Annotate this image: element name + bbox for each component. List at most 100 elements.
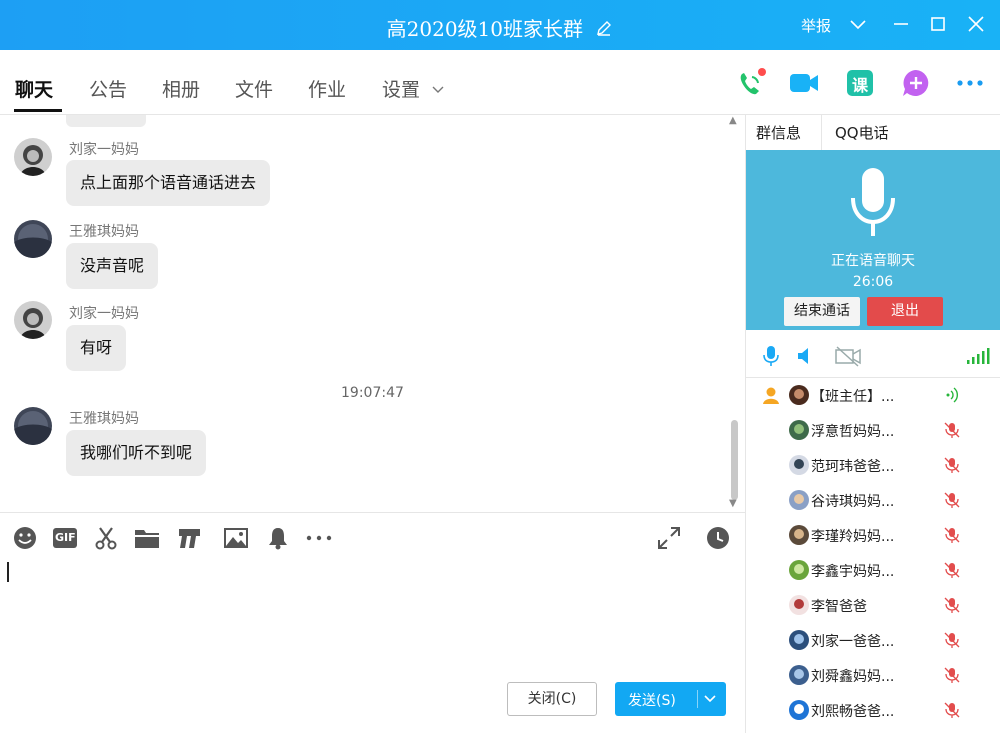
send-button-label: 发送(S): [628, 693, 676, 709]
sender-name: 王雅琪妈妈: [69, 224, 139, 240]
tab-qq-call[interactable]: QQ电话: [835, 122, 889, 143]
more-icon[interactable]: [955, 68, 985, 98]
member-name: 范珂玮爸爸...: [811, 459, 895, 475]
message-bubble[interactable]: 点上面那个语音通话进去: [66, 160, 271, 206]
signal-strength-icon: [966, 345, 990, 367]
close-button[interactable]: 关闭(C): [507, 682, 597, 716]
chevron-down-icon[interactable]: [846, 12, 870, 36]
member-row[interactable]: 刘家一爸爸...: [746, 623, 1000, 658]
scroll-up-arrow[interactable]: ▲: [729, 115, 737, 126]
muted-mic-icon: [943, 526, 961, 544]
image-icon[interactable]: [223, 525, 249, 551]
member-row[interactable]: 刘熙畅爸爸...: [746, 693, 1000, 728]
avatar: [789, 560, 809, 580]
avatar[interactable]: [14, 138, 52, 176]
avatar: [789, 420, 809, 440]
member-row[interactable]: 李鑫宇妈妈...: [746, 553, 1000, 588]
minimize-icon[interactable]: [889, 12, 913, 36]
avatar: [789, 455, 809, 475]
member-row[interactable]: 刘舜鑫妈妈...: [746, 658, 1000, 693]
camera-off-icon[interactable]: [834, 345, 861, 367]
voice-call-icon[interactable]: [735, 68, 766, 98]
expand-icon[interactable]: [656, 525, 682, 551]
chat-window: 高2020级10班家长群 举报 聊天 公告 相册 文件 作业 设置 课 刘家一妈…: [0, 0, 1000, 733]
message-timestamp: 19:07:47: [341, 385, 404, 401]
speaker-icon[interactable]: [795, 345, 817, 367]
video-call-icon[interactable]: [788, 68, 818, 98]
muted-mic-icon: [943, 491, 961, 509]
tab-chat[interactable]: 聊天: [15, 75, 53, 102]
message-bubble[interactable]: 没声音呢: [66, 243, 159, 289]
emoji-icon[interactable]: [12, 525, 38, 551]
microphone-toggle-icon[interactable]: [760, 345, 782, 367]
member-name: 李鑫宇妈妈...: [811, 564, 895, 580]
avatar: [789, 490, 809, 510]
maximize-icon[interactable]: [926, 12, 950, 36]
close-icon[interactable]: [964, 12, 988, 36]
send-button[interactable]: 发送(S): [615, 682, 726, 716]
tab-homework[interactable]: 作业: [308, 75, 346, 102]
member-row[interactable]: 李瑾羚妈妈...: [746, 518, 1000, 553]
avatar: [789, 385, 809, 405]
screenshot-icon[interactable]: [93, 525, 119, 551]
sender-name: 王雅琪妈妈: [69, 411, 139, 427]
bell-icon[interactable]: [265, 525, 291, 551]
exit-button[interactable]: 退出: [867, 297, 943, 326]
message-bubble[interactable]: 有呀: [66, 325, 127, 371]
tab-group-info[interactable]: 群信息: [756, 122, 801, 143]
member-name: 刘舜鑫妈妈...: [811, 669, 895, 685]
message-bubble[interactable]: 我哪们听不到呢: [66, 430, 207, 476]
send-button-divider: [697, 690, 698, 708]
owner-icon: [761, 385, 781, 405]
member-name: 李智爸爸: [811, 599, 867, 615]
avatar: [789, 595, 809, 615]
scroll-down-arrow[interactable]: ▼: [729, 498, 737, 509]
member-row[interactable]: 李智爸爸: [746, 588, 1000, 623]
text-input-caret[interactable]: [7, 562, 9, 582]
member-name: 刘家一爸爸...: [811, 634, 895, 650]
avatar[interactable]: [14, 220, 52, 258]
member-row[interactable]: 浮意哲妈妈...: [746, 413, 1000, 448]
call-duration: 26:06: [852, 274, 894, 290]
avatar[interactable]: [14, 407, 52, 445]
active-tab-indicator: [14, 109, 62, 112]
member-name: 刘熙畅爸爸...: [811, 704, 895, 720]
history-icon[interactable]: [705, 525, 731, 551]
scrollbar-thumb[interactable]: [731, 420, 738, 500]
window-title[interactable]: 高2020级10班家长群: [387, 17, 583, 41]
tab-album[interactable]: 相册: [162, 75, 200, 102]
muted-mic-icon: [943, 631, 961, 649]
send-options-chevron-icon[interactable]: [703, 691, 717, 709]
member-row[interactable]: 【班主任】...: [746, 378, 1000, 413]
end-call-button[interactable]: 结束通话: [784, 297, 860, 326]
muted-mic-icon: [943, 421, 961, 439]
music-icon[interactable]: [176, 525, 202, 551]
gif-icon-text: GIF: [55, 531, 76, 544]
member-row[interactable]: 范珂玮爸爸...: [746, 448, 1000, 483]
edit-icon[interactable]: [595, 19, 613, 43]
avatar: [789, 525, 809, 545]
sender-name: 刘家一妈妈: [69, 306, 139, 322]
settings-chevron-icon[interactable]: [432, 80, 444, 99]
report-button[interactable]: 举报: [801, 15, 831, 36]
input-divider: [0, 512, 745, 513]
member-name: 李瑾羚妈妈...: [811, 529, 895, 545]
voice-status: 正在语音聊天: [831, 253, 915, 269]
message-list[interactable]: 刘家一妈妈 点上面那个语音通话进去 王雅琪妈妈 没声音呢 刘家一妈妈 有呀 19…: [0, 115, 745, 512]
tab-files[interactable]: 文件: [235, 75, 273, 102]
microphone-icon: [851, 168, 895, 236]
title-bar: 高2020级10班家长群 举报: [0, 0, 1000, 50]
tab-settings[interactable]: 设置: [382, 75, 420, 102]
add-app-icon[interactable]: [901, 68, 931, 98]
gif-icon[interactable]: GIF: [52, 525, 78, 551]
muted-mic-icon: [943, 701, 961, 719]
tab-separator: [821, 115, 822, 150]
folder-icon[interactable]: [134, 525, 160, 551]
tab-announcement[interactable]: 公告: [89, 75, 127, 102]
member-name: 谷诗琪妈妈...: [811, 494, 895, 510]
more-icon[interactable]: [305, 525, 332, 551]
sender-name: 刘家一妈妈: [69, 142, 139, 158]
course-icon[interactable]: 课: [845, 68, 875, 98]
avatar[interactable]: [14, 301, 52, 339]
member-row[interactable]: 谷诗琪妈妈...: [746, 483, 1000, 518]
